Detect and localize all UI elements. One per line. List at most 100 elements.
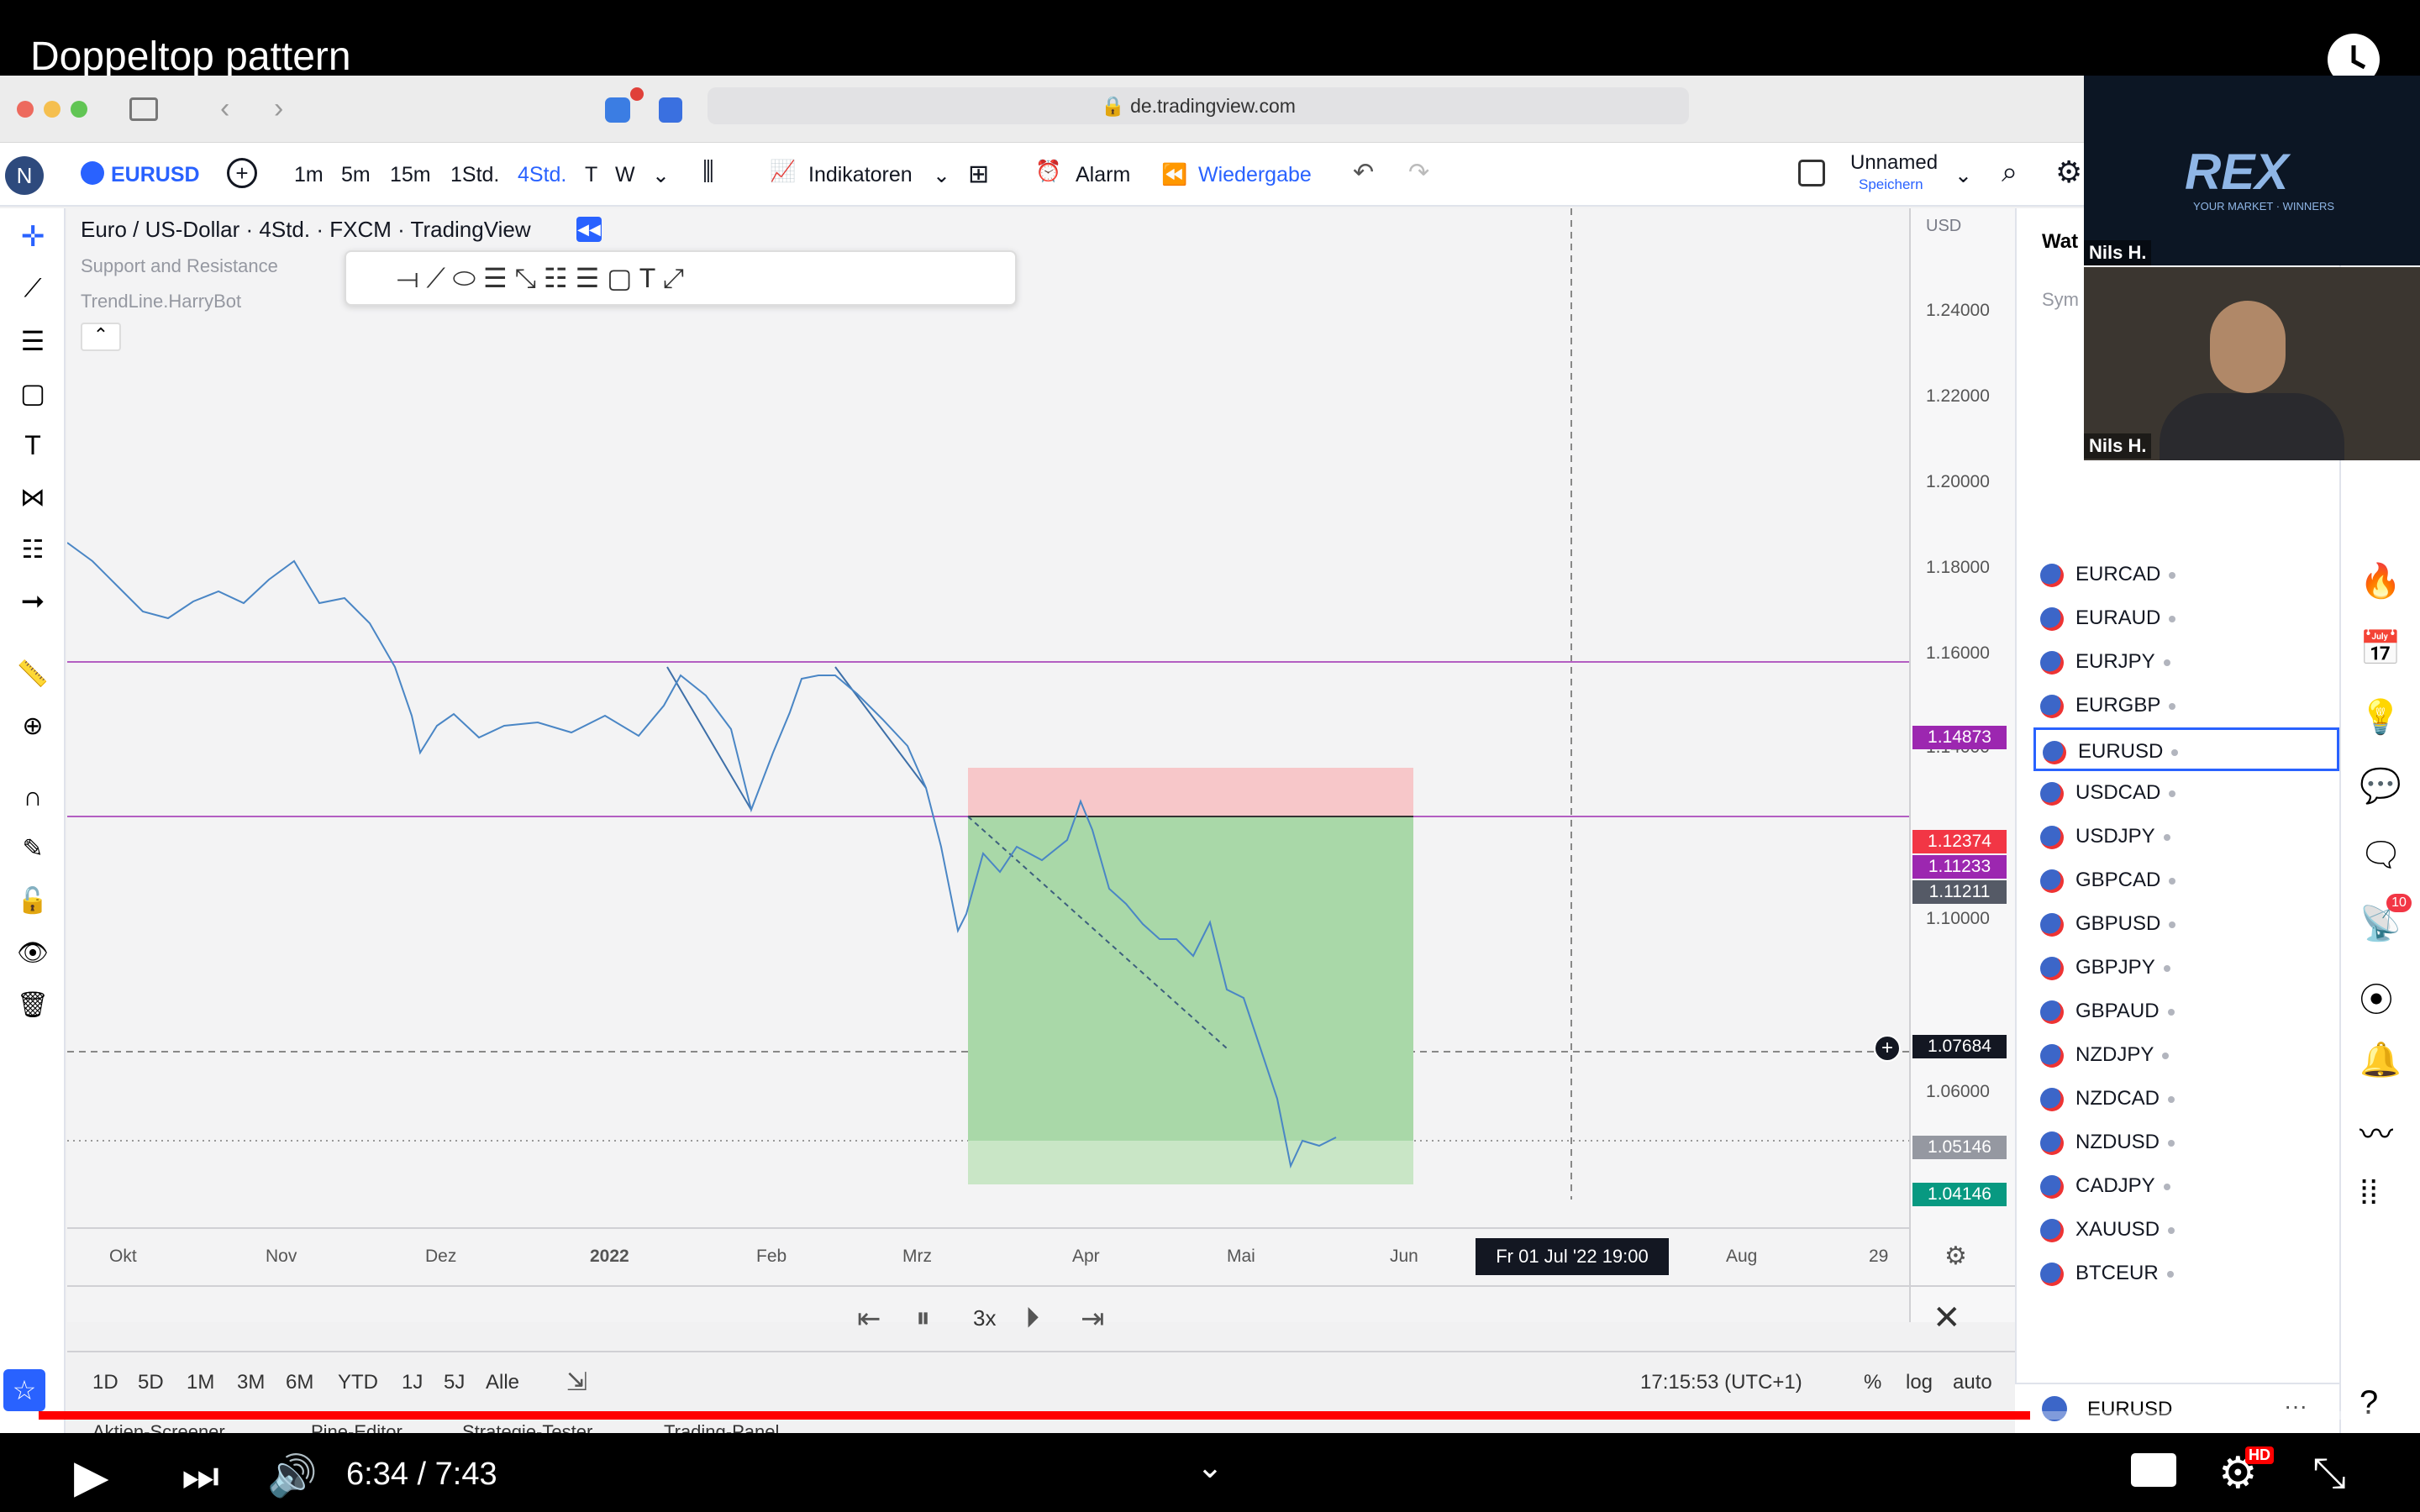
trading-icon[interactable]: 〰 — [2360, 1107, 2393, 1156]
ruler-icon[interactable]: 📏 — [10, 654, 55, 694]
watchlist-row[interactable]: USDCAD — [2033, 771, 2339, 815]
minimize-window-button[interactable] — [44, 101, 60, 118]
replay-speed[interactable]: 3x — [973, 1305, 996, 1331]
floating-tools-icon[interactable]: ⟞ ⟋ ⬭ ☰ ⤡ ☷ ☰ ▢ T ⤢ — [397, 262, 684, 295]
indicators-button[interactable]: Indikatoren — [808, 163, 913, 187]
trash-icon[interactable]: 🗑 — [10, 984, 55, 1025]
watchlist-row[interactable]: EURGBP — [2033, 684, 2339, 727]
replay-forward-icon[interactable]: ⏵ — [1025, 1302, 1039, 1335]
interval-5m[interactable]: 5m — [341, 163, 371, 187]
indicator-2-label[interactable]: TrendLine.HarryBot — [81, 291, 241, 312]
symbol-search[interactable]: EURUSD — [111, 163, 200, 187]
watchlist-row[interactable]: BTCEUR — [2033, 1252, 2339, 1295]
alarm-icon[interactable]: ⏰ — [1035, 160, 1061, 184]
range-button[interactable]: 6M — [286, 1371, 313, 1394]
next-icon[interactable]: ⏭ — [182, 1452, 219, 1501]
address-bar[interactable]: 🔒 de.tradingview.com — [708, 87, 1689, 124]
axis-settings-icon[interactable]: ⚙ — [1944, 1242, 1967, 1271]
layout-checkbox-icon[interactable] — [1798, 160, 1825, 186]
arrow-tool-icon[interactable]: ➞ — [10, 581, 55, 622]
watchlist-row[interactable]: GBPAUD — [2033, 990, 2339, 1033]
ideas-icon[interactable]: 💡 — [2360, 697, 2402, 737]
replay-end-icon[interactable]: ⇥ — [1081, 1302, 1105, 1336]
settings-icon[interactable]: ⚙ — [2055, 155, 2082, 190]
interval-1h[interactable]: 1Std. — [450, 163, 499, 187]
visibility-icon[interactable]: 👁 — [10, 932, 55, 973]
time-axis[interactable]: Okt Nov Dez 2022 Feb Mrz Apr Mai Jun Aug 29 Fr 01 … — [67, 1238, 1967, 1280]
exit-fullscreen-icon[interactable]: ⤡ — [2312, 1448, 2346, 1498]
interval-day[interactable]: T — [585, 163, 597, 187]
add-symbol-icon[interactable]: + — [227, 158, 257, 188]
subtitles-icon[interactable] — [2131, 1453, 2176, 1487]
fib-tool-icon[interactable]: ☰ — [10, 321, 55, 361]
interval-dropdown-icon[interactable]: ⌄ — [652, 163, 670, 188]
close-window-button[interactable] — [17, 101, 34, 118]
volume-icon[interactable]: 🔊 — [267, 1452, 318, 1499]
zoom-icon[interactable]: ⊕ — [10, 706, 55, 746]
back-icon[interactable]: ‹ — [220, 92, 229, 125]
symbol-details-bar[interactable]: EURUSD ··· — [2015, 1383, 2339, 1433]
watchlist-row[interactable]: USDJPY — [2033, 815, 2339, 858]
pattern-tool-icon[interactable]: ⋈ — [10, 477, 55, 517]
indicator-1-label[interactable]: Support and Resistance — [81, 255, 278, 277]
range-button[interactable]: 1M — [187, 1371, 214, 1394]
templates-icon[interactable]: ⊞ — [968, 160, 989, 189]
layout-dropdown-icon[interactable]: ⌄ — [1954, 163, 1972, 188]
interval-4h[interactable]: 4Std. — [518, 163, 566, 187]
replay-pause-icon[interactable]: ⏸ — [916, 1302, 930, 1335]
projection-tool-icon[interactable]: ☷ — [10, 529, 55, 570]
lock-icon[interactable]: 🔓 — [10, 880, 55, 921]
bottom-tab[interactable]: Aktien-Screener — [92, 1421, 225, 1433]
calendar-icon[interactable]: 📅 — [2360, 628, 2402, 668]
dom-icon[interactable]: ⁞⁞ — [2360, 1174, 2378, 1212]
chat-icon[interactable]: 💬 — [2360, 766, 2402, 806]
watchlist-header[interactable]: Wat — [2042, 230, 2078, 254]
candle-type-icon[interactable]: ⫼ — [702, 158, 714, 186]
watchlist-row[interactable]: NZDJPY — [2033, 1033, 2339, 1077]
interval-1m[interactable]: 1m — [294, 163, 324, 187]
forward-icon[interactable]: › — [274, 92, 283, 125]
bottom-tab[interactable]: Pine-Editor — [311, 1421, 402, 1433]
alarm-button[interactable]: Alarm — [1076, 163, 1130, 187]
range-button[interactable]: 1D — [92, 1371, 118, 1394]
shield-icon[interactable] — [659, 97, 682, 123]
auto-toggle[interactable]: auto — [1953, 1371, 1992, 1394]
play-icon[interactable]: ▶ — [74, 1450, 109, 1503]
indicators-dropdown-icon[interactable]: ⌄ — [933, 163, 950, 188]
percent-toggle[interactable]: % — [1864, 1371, 1881, 1394]
watchlist-row[interactable]: GBPUSD — [2033, 902, 2339, 946]
trendline-tool-icon[interactable]: ⟋ — [10, 269, 55, 309]
log-toggle[interactable]: log — [1906, 1371, 1933, 1394]
range-button[interactable]: Alle — [486, 1371, 519, 1394]
watchlist-row[interactable]: EURCAD — [2033, 553, 2339, 596]
broadcast-icon[interactable]: ⦿ — [2360, 973, 2393, 1021]
watchlist-row[interactable]: GBPCAD — [2033, 858, 2339, 902]
magnet-icon[interactable]: ∩ — [10, 776, 55, 816]
replay-close-icon[interactable]: ✕ — [1933, 1299, 1961, 1337]
search-icon[interactable]: ⌕ — [2002, 156, 2018, 189]
alerts-bell-icon[interactable]: 🔔 — [2360, 1040, 2402, 1079]
layout-save[interactable]: Speichern — [1859, 176, 1923, 193]
replay-step-back-icon[interactable]: ⇤ — [857, 1302, 881, 1336]
interval-15m[interactable]: 15m — [390, 163, 431, 187]
layout-name[interactable]: Unnamed — [1850, 151, 1938, 175]
bottom-tab[interactable]: Strategie-Tester — [462, 1421, 592, 1433]
crosshair-icon[interactable]: ✛ — [10, 217, 55, 257]
watchlist-row[interactable]: NZDCAD — [2033, 1077, 2339, 1121]
range-button[interactable]: 1J — [402, 1371, 423, 1394]
lock-drawing-icon[interactable]: ✎ — [10, 828, 55, 869]
range-button[interactable]: 3M — [237, 1371, 265, 1394]
goto-date-icon[interactable]: ⇲ — [566, 1368, 587, 1397]
messages-icon[interactable]: 🗨 — [2360, 835, 2402, 874]
replay-button[interactable]: Wiedergabe — [1198, 163, 1312, 187]
extension-icon[interactable] — [605, 97, 630, 123]
range-button[interactable]: 5J — [444, 1371, 465, 1394]
favorites-star-icon[interactable]: ☆ — [3, 1369, 45, 1411]
watchlist-row[interactable]: NZDUSD — [2033, 1121, 2339, 1164]
redo-icon[interactable]: ↷ — [1408, 158, 1429, 187]
collapse-legend-icon[interactable]: ⌃ — [81, 323, 121, 351]
replay-mode-icon[interactable]: ◀◀ — [576, 217, 602, 242]
bottom-tab[interactable]: Trading-Panel — [664, 1421, 779, 1433]
replay-icon[interactable]: ⏪ — [1161, 163, 1187, 187]
range-button[interactable]: 5D — [138, 1371, 164, 1394]
